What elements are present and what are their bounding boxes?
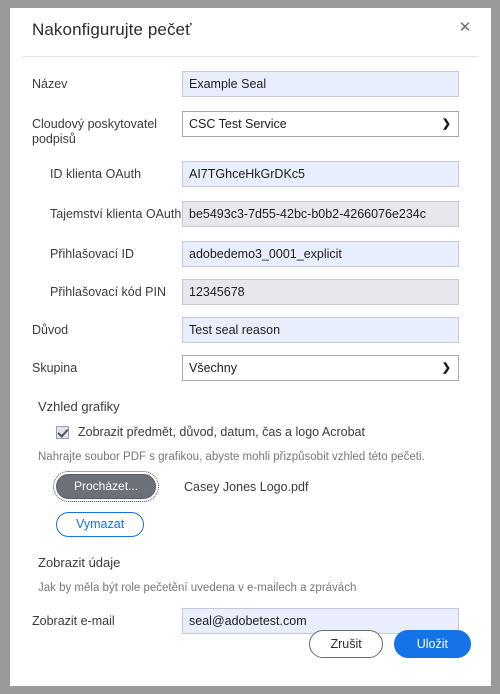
field-row-reason: Důvod [32,317,469,343]
control-group: Všechny ❯ [182,355,469,381]
browse-button[interactable]: Procházet... [52,471,160,502]
group-select[interactable]: Všechny ❯ [182,355,459,381]
field-row-provider: Cloudový poskytovatel podpisů CSC Test S… [32,111,469,147]
label-login-pin: Přihlašovací kód PIN [50,285,167,299]
label-oauth-client-id: ID klienta OAuth [50,167,142,181]
uploaded-file-name: Casey Jones Logo.pdf [184,479,309,494]
control-oauth-client-secret [182,201,469,227]
field-row-group: Skupina Všechny ❯ [32,355,469,381]
oauth-client-id-input[interactable] [182,161,459,187]
field-row-oauth-client-secret: Tajemství klienta OAuth [32,201,469,227]
control-login-pin [182,279,469,305]
label-group: Skupina [32,361,78,375]
show-details-checkbox[interactable] [56,425,69,439]
control-login-id [182,241,469,267]
login-id-input[interactable] [182,241,459,267]
cloud-provider-value: CSC Test Service [189,117,287,131]
control-reason [182,317,469,343]
label-reason: Důvod [32,323,69,337]
dialog-body: Název Cloudový poskytovatel podpisů CSC … [10,71,491,634]
label-display-email: Zobrazit e-mail [32,614,115,628]
field-row-login-pin: Přihlašovací kód PIN [32,279,469,305]
label-login-id: Přihlašovací ID [50,247,135,261]
appearance-checkbox-row[interactable]: Zobrazit předmět, důvod, datum, čas a lo… [56,425,469,439]
reason-input[interactable] [182,317,459,343]
label-provider: Cloudový poskytovatel podpisů [32,117,158,146]
close-icon[interactable]: ✕ [453,16,477,40]
control-oauth-client-id [182,161,469,187]
chevron-down-icon: ❯ [441,362,451,374]
display-help-text: Jak by měla být role pečetění uvedena v … [38,582,357,594]
label-name: Název [32,77,68,91]
display-heading: Zobrazit údaje [38,555,121,570]
chevron-down-icon: ❯ [441,118,451,130]
cancel-button[interactable]: Zrušit [309,630,383,658]
clear-button[interactable]: Vymazat [56,512,145,537]
save-button[interactable]: Uložit [393,630,471,658]
seal-name-input[interactable] [182,71,459,97]
file-upload-row: Procházet... Casey Jones Logo.pdf [52,471,469,502]
field-row-oauth-client-id: ID klienta OAuth [32,161,469,187]
cloud-provider-select[interactable]: CSC Test Service ❯ [182,111,459,137]
field-row-name: Název [32,71,469,97]
upload-help-text: Nahrajte soubor PDF s grafikou, abyste m… [38,451,425,463]
oauth-client-secret-input[interactable] [182,201,459,227]
appearance-heading: Vzhled grafiky [38,399,120,414]
login-pin-input[interactable] [182,279,459,305]
show-details-label: Zobrazit předmět, důvod, datum, čas a lo… [78,425,365,439]
control-provider: CSC Test Service ❯ [182,111,469,137]
configure-seal-dialog: Nakonfigurujte pečeť ✕ Název Cloudový po… [10,8,491,686]
label-oauth-client-secret: Tajemství klienta OAuth [50,207,182,221]
control-name [182,71,469,97]
field-row-login-id: Přihlašovací ID [32,241,469,267]
dialog-header: Nakonfigurujte pečeť ✕ [22,8,479,57]
group-value: Všechny [189,361,237,375]
page-title: Nakonfigurujte pečeť [32,20,192,39]
dialog-footer: Zrušit Uložit [309,630,471,658]
